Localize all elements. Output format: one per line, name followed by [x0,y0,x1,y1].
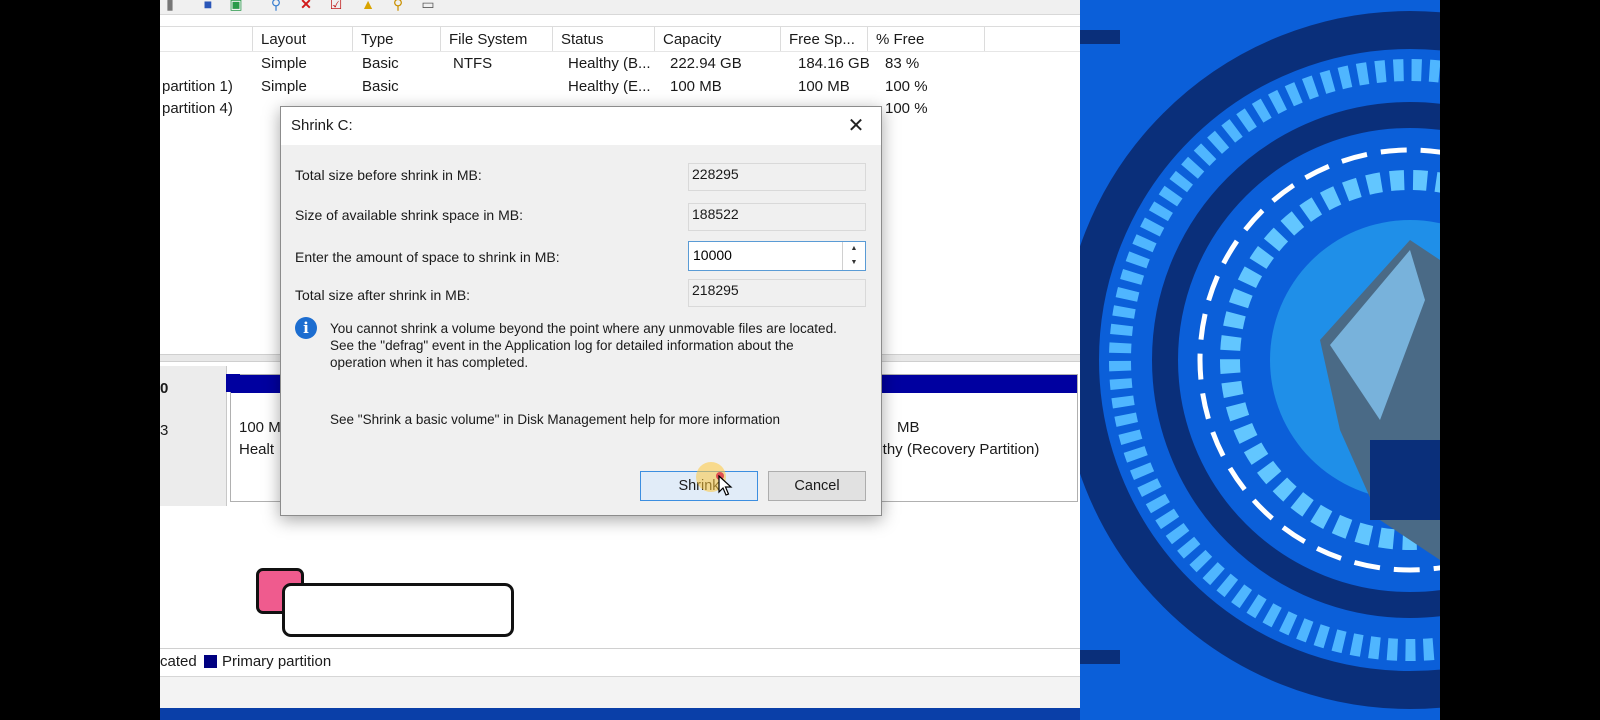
total-before-field: 228295 [688,163,866,191]
folder-up-icon[interactable]: ▲ [360,0,376,12]
volume-row[interactable]: partition 1) Simple Basic Healthy (E... … [160,76,1080,98]
column-header-file-system[interactable]: File System [440,27,552,51]
volume-layout: Simple [261,78,307,95]
shrink-dialog: Shrink C: ✕ Total size before shrink in … [280,106,882,516]
volume-percent-free: 100 % [885,78,928,95]
legend-primary-label: Primary partition [222,653,332,670]
volume-percent-free: 100 % [885,100,928,117]
info-icon: i [295,317,317,339]
volume-file-system: NTFS [453,55,493,72]
blank-caption-box [282,583,514,637]
available-space-field: 188522 [688,203,866,231]
checklist-icon[interactable]: ☑ [328,0,344,12]
legend-unallocated-label: cated [160,653,197,670]
total-after-field: 218295 [688,279,866,307]
view-icon[interactable]: ▭ [420,0,436,12]
partition-bar [226,374,240,392]
legend-bar: cated Primary partition [160,648,1080,675]
total-before-label: Total size before shrink in MB: [295,167,482,183]
delete-icon[interactable]: ✕ [298,0,314,12]
info-text-line: You cannot shrink a volume beyond the po… [330,321,837,336]
partition-recovery[interactable]: MB althy (Recovery Partition) [866,374,1078,502]
column-header-status[interactable]: Status [552,27,654,51]
cancel-button[interactable]: Cancel [768,471,866,501]
shrink-amount-input[interactable] [689,242,837,268]
column-header-free-space[interactable]: Free Sp... [780,27,867,51]
volume-layout: Simple [261,55,307,72]
disk-number: 0 [160,380,169,397]
toolbar-button-icon[interactable]: ▮ [162,0,178,12]
disk-size: 3 [160,422,169,439]
partition-bar [867,375,1077,393]
volume-capacity: 100 MB [670,78,722,95]
wallpaper-graphic [1080,0,1440,720]
info-text-line: See the "defrag" event in the Applicatio… [330,338,794,353]
volume-free-space: 184.16 GB [798,55,870,72]
volume-status: Healthy (E... [568,78,651,95]
partition-status: althy (Recovery Partition) [871,441,1040,458]
help-text: See "Shrink a basic volume" in Disk Mana… [330,412,781,427]
volume-capacity: 222.94 GB [670,55,742,72]
partition-status: Healt [239,441,275,458]
dialog-title-bar[interactable]: Shrink C: ✕ [281,107,881,145]
shrink-amount-label: Enter the amount of space to shrink in M… [295,249,560,265]
chevron-down-icon[interactable]: ▼ [842,256,865,270]
primary-partition-swatch [204,655,217,668]
chevron-up-icon[interactable]: ▲ [842,242,865,256]
volume-name: partition 1) [162,78,233,95]
mouse-pointer-icon [718,475,733,496]
properties-icon[interactable]: ■ [200,0,216,12]
info-text-line: operation when it has completed. [330,355,529,370]
desktop-wallpaper [1080,0,1440,720]
help-icon[interactable]: ▣ [228,0,244,12]
volume-status: Healthy (B... [568,55,651,72]
total-after-label: Total size after shrink in MB: [295,287,471,303]
partition-size: 100 M [239,419,281,436]
taskbar-strip [160,708,1080,720]
close-icon[interactable]: ✕ [841,111,871,141]
shrink-amount-stepper[interactable]: ▲ ▼ [688,241,866,271]
volume-free-space: 100 MB [798,78,850,95]
search-folder-icon[interactable]: ⚲ [390,0,406,12]
toolbar: ▮ ■ ▣ ⚲ ✕ ☑ ▲ ⚲ ▭ [160,0,1080,15]
available-space-label: Size of available shrink space in MB: [295,207,523,223]
volume-percent-free: 83 % [885,55,920,72]
disk-label-panel[interactable]: 0 3 [160,366,227,506]
volume-type: Basic [362,78,399,95]
column-header-type[interactable]: Type [352,27,440,51]
connect-disk-icon[interactable]: ⚲ [268,0,284,12]
volume-list-header: Layout Type File System Status Capacity … [160,26,1080,52]
column-header-layout[interactable]: Layout [252,27,352,51]
volume-type: Basic [362,55,399,72]
dialog-title: Shrink C: [291,117,353,134]
volume-name: partition 4) [162,100,233,117]
column-header-capacity[interactable]: Capacity [654,27,780,51]
status-bar [160,676,1080,708]
volume-row[interactable]: Simple Basic NTFS Healthy (B... 222.94 G… [160,53,1080,75]
partition-size: MB [897,419,920,436]
column-header-percent-free[interactable]: % Free [867,27,985,51]
